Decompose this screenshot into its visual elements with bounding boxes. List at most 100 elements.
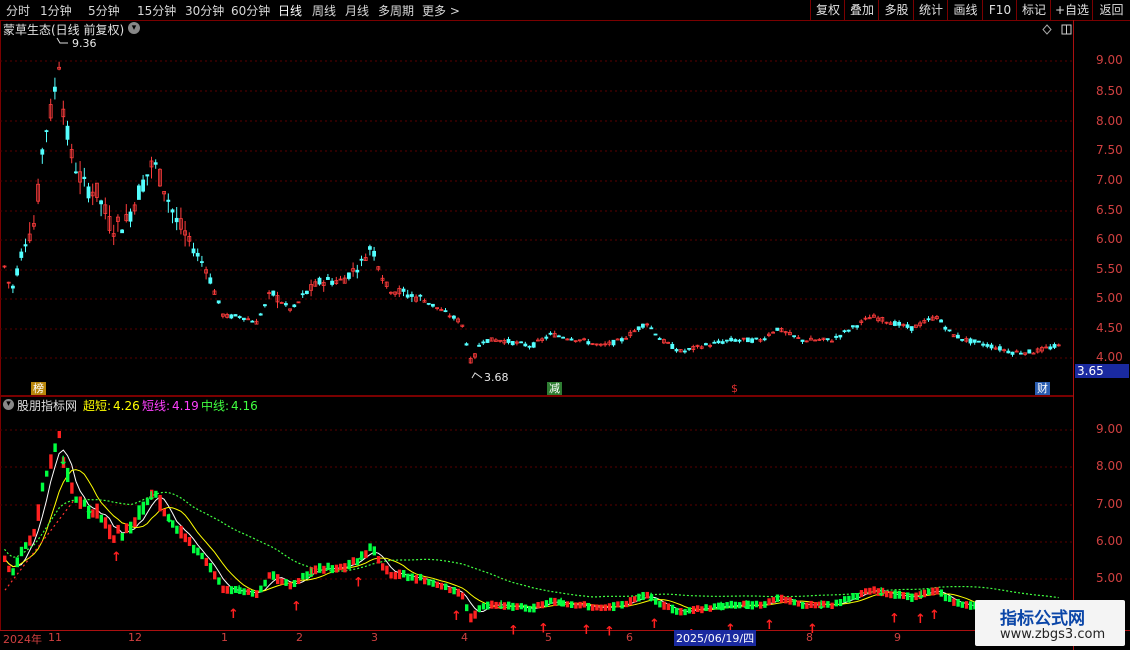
candle-body bbox=[977, 340, 981, 343]
current-price-box: 3.65 bbox=[1075, 364, 1129, 378]
indicator-bar bbox=[259, 585, 263, 593]
indicator-duanxian-label: 短线: bbox=[142, 399, 171, 413]
indicator-bar bbox=[528, 605, 532, 613]
indicator-bar bbox=[864, 588, 868, 595]
indicator-bar bbox=[99, 514, 103, 523]
candle-body bbox=[842, 330, 847, 333]
candle-body bbox=[523, 343, 528, 347]
indicator-bar bbox=[469, 613, 473, 623]
indicator-bar bbox=[276, 574, 280, 585]
indicator-bar bbox=[381, 563, 385, 571]
candle-body bbox=[477, 344, 482, 347]
indicator-bar bbox=[410, 573, 414, 581]
marker-bang[interactable]: 榜 bbox=[31, 382, 46, 395]
indicator-bar bbox=[788, 597, 792, 605]
indicator-bar bbox=[591, 604, 595, 611]
indicator-bar bbox=[679, 607, 683, 616]
time-label: 8 bbox=[806, 631, 813, 644]
candle-body bbox=[851, 325, 855, 328]
candle-body bbox=[271, 290, 276, 296]
candle-body bbox=[304, 290, 309, 294]
low-pointer bbox=[471, 372, 483, 379]
sell-arrow-icon: ↓ bbox=[876, 585, 886, 599]
candle-body bbox=[825, 338, 830, 341]
candle-body bbox=[615, 338, 620, 341]
indicator-bar bbox=[931, 587, 935, 596]
indicator-bar bbox=[616, 601, 620, 608]
indicator-bar bbox=[540, 601, 544, 609]
ultra-short-line bbox=[4, 449, 1059, 614]
indicator-bar bbox=[515, 603, 519, 610]
indicator-bar bbox=[187, 537, 192, 546]
indicator-bar bbox=[389, 572, 393, 579]
indicator-bar bbox=[288, 582, 292, 590]
candle-body bbox=[653, 333, 658, 336]
indicator-menu-icon[interactable]: ▾ bbox=[3, 399, 14, 410]
indicator-bar bbox=[15, 557, 19, 568]
indicator-zhongxian-label: 中线: bbox=[201, 399, 230, 413]
marker-jian[interactable]: 减 bbox=[547, 382, 562, 395]
indicator-bar bbox=[633, 596, 637, 603]
time-label: 6 bbox=[626, 631, 633, 644]
sell-arrow-icon: ↓ bbox=[58, 453, 68, 467]
sell-arrow-icon: ↓ bbox=[164, 512, 174, 526]
indicator-bar bbox=[158, 494, 162, 512]
indicator-bar bbox=[267, 572, 271, 579]
indicator-bar bbox=[200, 552, 204, 560]
indicator-zhongxian-value: 4.16 bbox=[231, 399, 258, 413]
indicator-bar bbox=[767, 598, 771, 606]
low-price-label: 3.68 bbox=[484, 371, 509, 384]
indicator-bar bbox=[246, 588, 250, 595]
indicator-bar bbox=[418, 573, 423, 581]
candle-body bbox=[893, 321, 897, 326]
indicator-bar bbox=[612, 602, 616, 612]
high-price-label: 9.36 bbox=[72, 37, 97, 50]
sell-arrow-icon: ↓ bbox=[84, 503, 94, 517]
indicator-bar bbox=[628, 597, 633, 606]
candle-body bbox=[216, 300, 221, 304]
candle-body bbox=[527, 345, 532, 348]
indicator-bar bbox=[805, 602, 809, 609]
indicator-bar bbox=[683, 608, 687, 616]
candle-body bbox=[208, 277, 213, 284]
indicator-bar bbox=[385, 565, 389, 575]
indicator-bar bbox=[431, 579, 435, 587]
indicator-bar bbox=[280, 578, 284, 585]
y-tick: 9.00 bbox=[1096, 53, 1123, 67]
high-pointer bbox=[56, 37, 68, 44]
marker-cai[interactable]: 财 bbox=[1035, 382, 1050, 395]
indicator-bar bbox=[750, 601, 754, 610]
candle-body bbox=[989, 344, 994, 349]
y-tick: 5.50 bbox=[1096, 262, 1123, 276]
indicator-bar bbox=[607, 603, 612, 611]
indicator-bar bbox=[66, 467, 70, 483]
indicator-bar bbox=[666, 603, 670, 611]
kline-chart[interactable]: ↑↑↑↑↑↑↑↑↑↑↑↑↑↑↑↑↑↓↓↓↓↓↓↓↓↓↓↓↓↓↓↓ bbox=[0, 0, 1130, 650]
candle-body bbox=[409, 294, 414, 297]
candle-body bbox=[548, 332, 553, 335]
candle-body bbox=[981, 343, 985, 346]
candle-body bbox=[426, 302, 431, 305]
time-label: 3 bbox=[371, 631, 378, 644]
indicator-bar bbox=[906, 592, 910, 601]
indicator-bar bbox=[784, 596, 788, 604]
candle-body bbox=[40, 149, 45, 155]
indicator-bar bbox=[213, 571, 217, 580]
candle-body bbox=[519, 341, 523, 344]
candle-body bbox=[649, 327, 654, 330]
marker-dollar[interactable]: $ bbox=[729, 382, 740, 395]
indicator-bar bbox=[578, 601, 582, 609]
y-tick: 4.00 bbox=[1096, 350, 1123, 364]
indicator-bar bbox=[927, 588, 931, 595]
indicator-bar bbox=[624, 600, 628, 608]
candle-body bbox=[947, 329, 952, 332]
chevron-down-icon[interactable]: ▾ bbox=[128, 22, 140, 34]
buy-arrow-icon: ↑ bbox=[649, 617, 660, 632]
ind-y-tick: 9.00 bbox=[1096, 422, 1123, 436]
indicator-bar bbox=[393, 571, 397, 580]
indicator-bar bbox=[549, 597, 553, 604]
indicator-bar bbox=[229, 586, 234, 595]
indicator-bar bbox=[536, 601, 540, 609]
candle-body bbox=[846, 329, 851, 332]
buy-arrow-icon: ↑ bbox=[111, 550, 122, 565]
